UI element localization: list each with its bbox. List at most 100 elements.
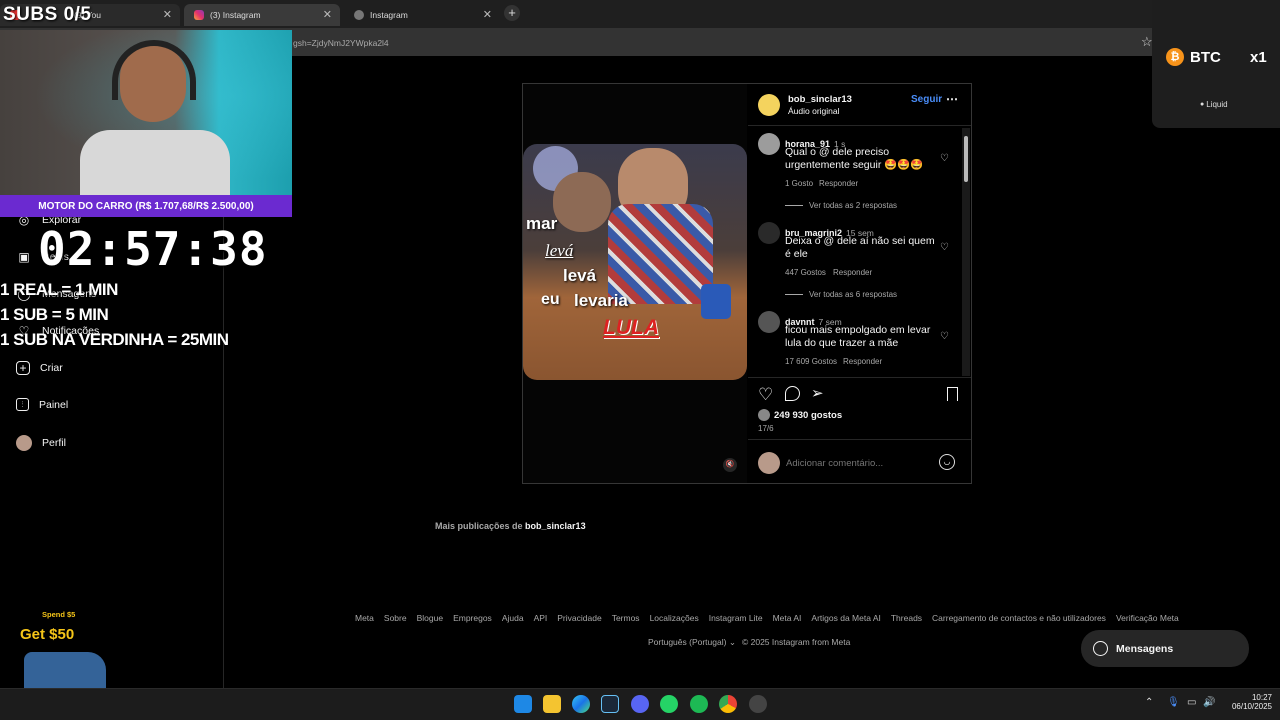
comments-scrollbar[interactable] xyxy=(962,128,970,376)
avatar[interactable] xyxy=(758,311,780,333)
save-bookmark-icon[interactable] xyxy=(947,387,958,401)
like-heart-icon[interactable]: ♡ xyxy=(758,385,773,405)
heart-icon[interactable]: ♡ xyxy=(940,331,949,342)
tab-instagram[interactable]: Instagram ✕ xyxy=(344,4,500,26)
video-text: LULA xyxy=(603,316,659,339)
rule-line: 1 REAL = 1 MIN xyxy=(0,280,118,299)
reply-button[interactable]: Responder xyxy=(833,268,872,277)
scrollbar-thumb[interactable] xyxy=(964,136,968,182)
footer-link[interactable]: Threads xyxy=(891,613,922,623)
footer-link[interactable]: Meta xyxy=(355,613,374,623)
avatar[interactable] xyxy=(758,222,780,244)
sidebar-item-perfil[interactable]: Perfil xyxy=(16,435,66,451)
more-options-icon[interactable]: ⋯ xyxy=(946,92,958,106)
rule-line: 1 SUB NA VERDINHA = 25MIN xyxy=(0,330,229,349)
author-avatar[interactable] xyxy=(758,94,780,116)
footer-link[interactable]: Artigos da Meta AI xyxy=(811,613,880,623)
view-replies-label: Ver todas as 6 respostas xyxy=(809,290,898,299)
network-icon[interactable]: ▭ xyxy=(1187,697,1196,708)
spotify-icon[interactable] xyxy=(690,695,708,713)
windows-start-icon[interactable] xyxy=(514,695,532,713)
sidebar-item-label: Criar xyxy=(40,362,63,374)
comment-icon[interactable] xyxy=(785,386,800,401)
clock[interactable]: 10:27 06/10/2025 xyxy=(1226,693,1272,711)
footer-link[interactable]: Privacidade xyxy=(557,613,601,623)
file-explorer-icon[interactable] xyxy=(543,695,561,713)
steam-icon[interactable] xyxy=(601,695,619,713)
address-text[interactable]: gsh=ZjdyNmJ2YWpka2l4 xyxy=(293,38,389,48)
video-text: eu xyxy=(541,291,560,308)
heart-icon[interactable]: ♡ xyxy=(940,242,949,253)
footer-link[interactable]: Instagram Lite xyxy=(709,613,763,623)
comment-likes[interactable]: 1 Gosto xyxy=(785,179,813,188)
messenger-icon xyxy=(1093,641,1108,656)
footer-link[interactable]: Blogue xyxy=(417,613,443,623)
chevron-up-icon[interactable]: ⌃ xyxy=(1145,697,1153,708)
footer-link[interactable]: Sobre xyxy=(384,613,407,623)
sidebar-item-painel[interactable]: ⫶ Painel xyxy=(16,398,68,411)
bitcoin-icon: ₿ xyxy=(1166,48,1184,66)
view-replies[interactable]: Ver todas as 6 respostas xyxy=(785,290,897,299)
bookmark-star-icon[interactable]: ☆ xyxy=(1141,34,1153,50)
sidebar-item-label: Perfil xyxy=(42,437,66,449)
footer-link[interactable]: Ajuda xyxy=(502,613,524,623)
close-icon[interactable]: ✕ xyxy=(483,8,492,21)
video-text: levá xyxy=(545,241,574,260)
app-icon[interactable] xyxy=(749,695,767,713)
mug xyxy=(701,284,731,319)
comment-likes[interactable]: 447 Gostos xyxy=(785,268,826,277)
close-icon[interactable]: ✕ xyxy=(163,8,172,21)
footer-link[interactable]: Empregos xyxy=(453,613,492,623)
plus-icon: + xyxy=(16,361,30,375)
comment-input[interactable] xyxy=(786,454,936,472)
avatar-icon xyxy=(16,435,32,451)
sidebar-item-criar[interactable]: + Criar xyxy=(16,361,63,375)
footer-link[interactable]: Meta AI xyxy=(773,613,802,623)
plaid-shirt xyxy=(608,204,713,304)
view-replies[interactable]: Ver todas as 2 respostas xyxy=(785,201,897,210)
messages-button[interactable]: Mensagens xyxy=(1081,630,1249,667)
reply-button[interactable]: Responder xyxy=(843,357,882,366)
language-label: Português (Portugal) xyxy=(648,637,727,647)
instagram-icon xyxy=(194,10,204,20)
ad-top-text: Spend $5 xyxy=(42,610,76,619)
edge-icon[interactable] xyxy=(572,695,590,713)
webcam-shirt xyxy=(80,130,230,195)
footer-link[interactable]: Verificação Meta xyxy=(1116,613,1179,623)
close-icon[interactable]: ✕ xyxy=(323,8,332,21)
more-posts-heading: Mais publicações de bob_sinclar13 xyxy=(435,521,586,531)
mute-icon[interactable]: 🔇 xyxy=(723,458,737,472)
reply-button[interactable]: Responder xyxy=(819,179,858,188)
person-left xyxy=(553,172,611,232)
browser-tab-bar: (9) You ✕ (3) Instagram ✕ Instagram ✕ + xyxy=(0,0,1280,28)
footer-link[interactable]: Localizações xyxy=(650,613,699,623)
chevron-down-icon: ⌄ xyxy=(728,637,736,647)
microphone-icon[interactable]: 🎙 xyxy=(1167,697,1180,708)
audio-label[interactable]: Áudio original xyxy=(788,106,840,116)
reels-icon: ▣ xyxy=(18,250,30,264)
volume-icon[interactable]: 🔊 xyxy=(1203,697,1215,708)
new-tab-button[interactable]: + xyxy=(504,5,520,21)
discord-icon[interactable] xyxy=(631,695,649,713)
author-name[interactable]: bob_sinclar13 xyxy=(788,94,852,105)
subathon-timer: 02:57:38 xyxy=(38,222,268,276)
footer-link[interactable]: API xyxy=(534,613,548,623)
comment-likes[interactable]: 17 609 Gostos xyxy=(785,357,837,366)
heart-icon[interactable]: ♡ xyxy=(940,153,949,164)
emoji-icon[interactable]: ◡ xyxy=(939,454,955,470)
video-text: mar xyxy=(526,214,558,233)
avatar[interactable] xyxy=(758,133,780,155)
footer-link[interactable]: Termos xyxy=(612,613,640,623)
likes-count[interactable]: 249 930 gostos xyxy=(774,410,842,421)
more-posts-user[interactable]: bob_sinclar13 xyxy=(525,521,586,531)
goal-bar: MOTOR DO CARRO (R$ 1.707,68/R$ 2.500,00) xyxy=(0,195,292,217)
footer-link[interactable]: Carregamento de contactos e não utilizad… xyxy=(932,613,1106,623)
whatsapp-icon[interactable] xyxy=(660,695,678,713)
follow-button[interactable]: Seguir xyxy=(911,94,942,105)
share-icon[interactable]: ➢ xyxy=(811,384,824,402)
messages-label: Mensagens xyxy=(1116,642,1174,655)
language-select[interactable]: Português (Portugal) ⌄ xyxy=(648,637,736,648)
video-frame[interactable]: mar levá levá eu levaria LULA xyxy=(523,144,747,380)
tab-instagram-active[interactable]: (3) Instagram ✕ xyxy=(184,4,340,26)
chrome-icon[interactable] xyxy=(719,695,737,713)
